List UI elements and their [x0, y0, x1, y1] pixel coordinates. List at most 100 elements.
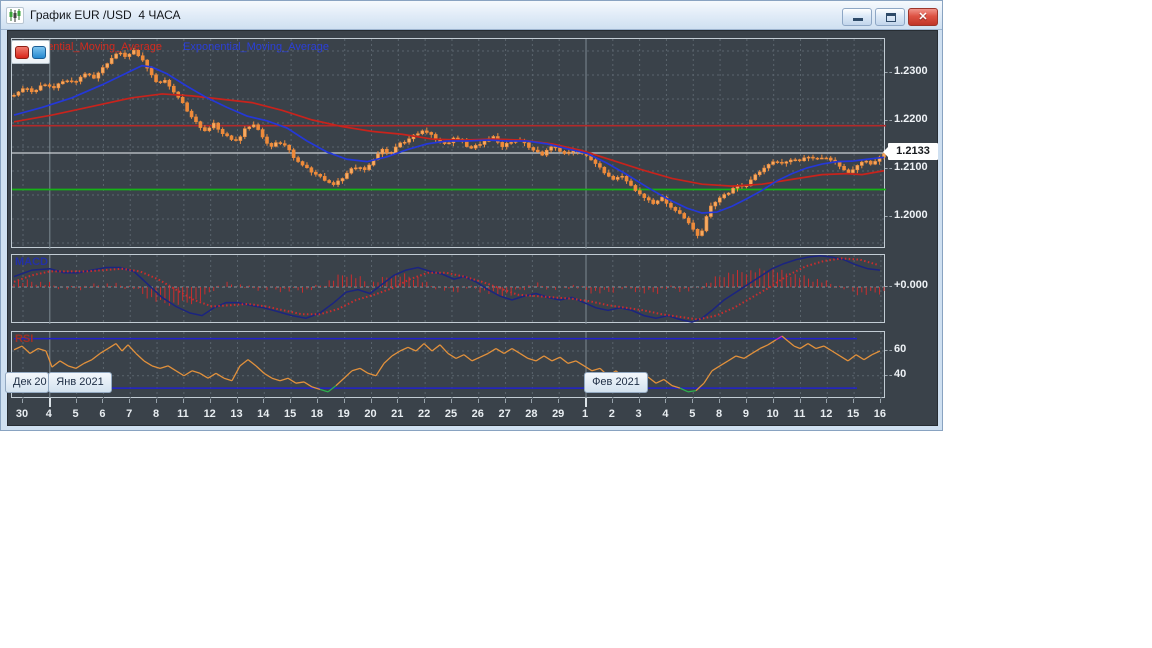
x-axis-label: 25 [444, 408, 458, 420]
x-axis-tick [477, 399, 479, 403]
x-axis-label: 5 [72, 408, 79, 420]
x-axis-label: 2 [608, 408, 615, 420]
price-axis-label: 1.2200 [894, 112, 928, 125]
x-axis-tick [665, 399, 667, 403]
x-axis-label: 15 [283, 408, 297, 420]
x-axis-tick [48, 398, 51, 407]
x-axis-tick [370, 399, 372, 403]
x-axis-tick [585, 398, 587, 407]
x-axis-label: 9 [742, 408, 749, 420]
x-axis-label: 10 [766, 408, 779, 420]
x-axis-label: 7 [126, 408, 133, 420]
price-tick [885, 71, 892, 73]
x-axis-label: 16 [873, 408, 887, 420]
x-axis-tick [236, 399, 238, 403]
maximize-button[interactable] [875, 8, 905, 26]
x-axis-label: 14 [257, 408, 270, 420]
x-axis-label: 5 [689, 408, 696, 420]
x-axis-label: 15 [846, 408, 860, 420]
close-icon: ✕ [918, 11, 928, 23]
x-axis-tick [692, 399, 694, 403]
x-axis-label: 3 [635, 408, 642, 420]
current-price-tag: 1.2133 [883, 143, 938, 160]
window-title: График EUR /USD 4 ЧАСА [30, 8, 181, 22]
x-axis-tick [129, 399, 131, 403]
price-axis-label: 1.2000 [894, 208, 928, 221]
x-axis-label: 22 [417, 408, 431, 420]
x-axis-tick [772, 399, 774, 403]
x-axis-tick [209, 399, 211, 403]
ema-red-toggle-button[interactable] [15, 46, 29, 59]
macd-chart [12, 255, 886, 324]
x-axis-label: 28 [525, 408, 538, 420]
rsi-axis-label: 40 [894, 367, 907, 380]
price-tick [885, 167, 892, 169]
x-axis-tick [182, 399, 184, 403]
candlestick-chart-icon [6, 7, 24, 24]
x-axis-tick [719, 399, 721, 403]
x-axis-label: 1 [581, 408, 589, 420]
x-axis-label: 19 [337, 408, 350, 420]
x-axis-tick [290, 399, 292, 403]
x-axis-tick [263, 399, 265, 403]
x-axis-tick [22, 399, 23, 403]
rsi-panel[interactable]: RSI [11, 331, 886, 399]
close-button[interactable]: ✕ [908, 8, 938, 26]
x-axis-label: 30 [15, 408, 29, 420]
x-axis-tick [451, 399, 452, 403]
price-axis-label: 1.2100 [894, 160, 928, 173]
x-axis-tick [156, 399, 157, 403]
price-tick [885, 119, 892, 121]
x-axis-tick [638, 399, 640, 403]
chart-stage: MACD RSI Exponential_Moving_Average Expo… [1, 1, 944, 432]
macd-panel[interactable]: MACD [11, 254, 886, 324]
x-axis-tick [316, 399, 318, 403]
price-tick [885, 215, 892, 217]
chart-window: График EUR /USD 4 ЧАСА ✕ MACD RSI Expone… [0, 0, 943, 431]
price-axis-label: 1.2300 [894, 64, 928, 77]
rsi-chart [12, 332, 886, 399]
candlestick-chart [12, 39, 886, 249]
legend: Exponential_Moving_Average Exponential_M… [16, 41, 329, 53]
x-axis-label: 6 [99, 408, 106, 420]
price-chart-panel[interactable] [11, 38, 886, 249]
minimize-icon [853, 18, 863, 21]
x-axis-label: 12 [820, 408, 833, 420]
x-axis-tick [853, 399, 855, 403]
x-axis-label: 4 [662, 408, 669, 420]
macd-axis-label: +0.000 [894, 279, 928, 291]
x-axis-tick [799, 399, 801, 403]
titlebar[interactable]: График EUR /USD 4 ЧАСА ✕ [1, 1, 942, 30]
x-axis-label: 12 [203, 408, 216, 420]
indicator-buttons-panel [11, 40, 50, 64]
x-axis-label: 18 [310, 408, 324, 420]
x-axis-label: 20 [364, 408, 377, 420]
x-axis-label: 13 [230, 408, 243, 420]
legend-ema-blue-label: Exponential_Moving_Average [183, 41, 329, 53]
x-axis-label: 11 [177, 408, 189, 420]
x-axis-tick [504, 399, 506, 403]
x-axis-tick [879, 399, 881, 403]
minimize-button[interactable] [842, 8, 872, 26]
x-axis-label: 29 [552, 408, 565, 420]
month-box-jan: Янв 2021 [48, 372, 112, 393]
x-axis-label: 27 [498, 408, 511, 420]
rsi-tick [885, 350, 892, 351]
window-controls: ✕ [842, 8, 938, 26]
macd-label: MACD [15, 256, 48, 268]
x-axis-tick [611, 399, 613, 403]
x-axis-tick [531, 399, 533, 403]
rsi-axis-label: 60 [894, 343, 907, 355]
x-axis-tick [558, 399, 560, 403]
x-axis-label: 8 [152, 408, 160, 420]
x-axis-tick [826, 399, 828, 403]
x-axis-tick [424, 399, 426, 403]
macd-tick [885, 286, 892, 287]
x-axis-label: 11 [793, 408, 806, 420]
maximize-icon [886, 13, 896, 22]
x-axis-tick [343, 399, 345, 403]
ema-blue-toggle-button[interactable] [32, 46, 46, 59]
x-axis-label: 4 [45, 408, 52, 420]
x-axis-tick [102, 399, 104, 403]
x-axis-label: 21 [391, 408, 404, 420]
